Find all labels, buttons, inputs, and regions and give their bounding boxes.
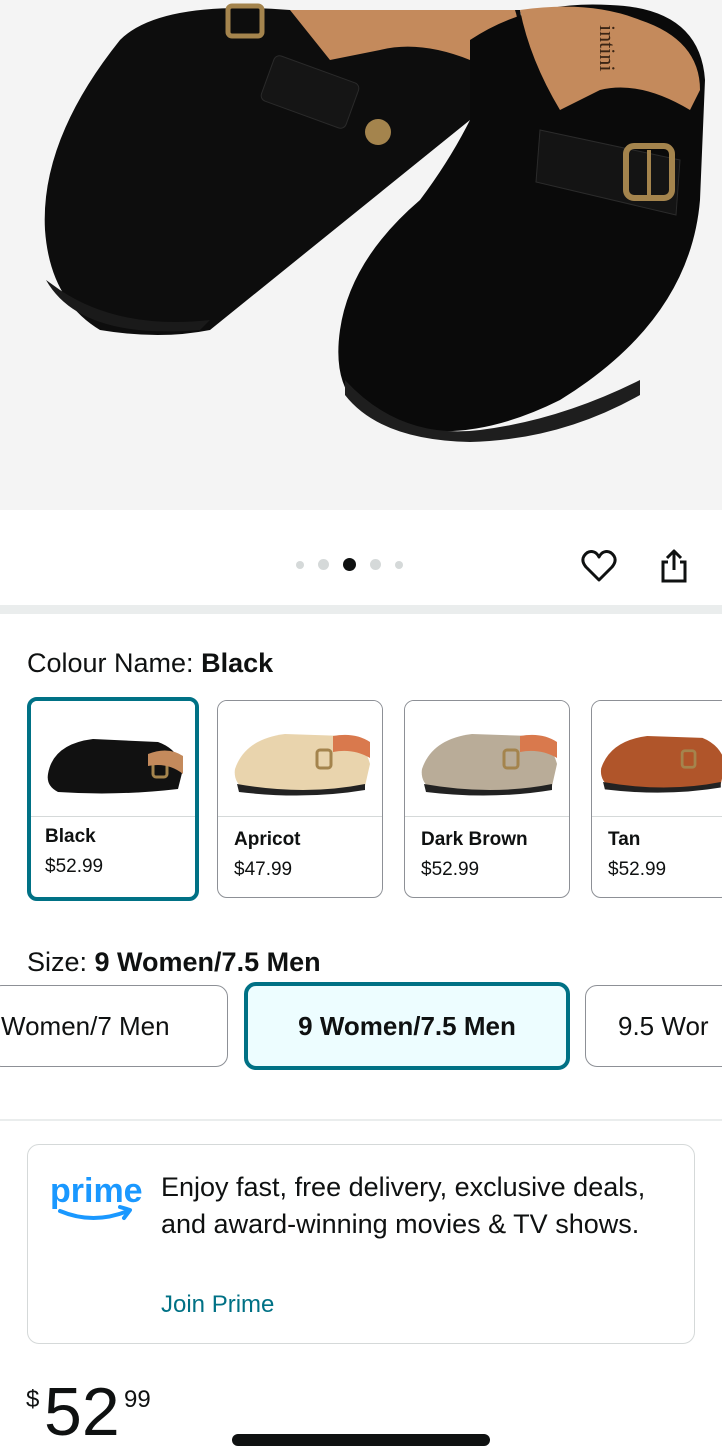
- carousel-dots[interactable]: [296, 558, 403, 571]
- size-option[interactable]: Women/7 Men: [0, 985, 228, 1067]
- carousel-dot-active[interactable]: [343, 558, 356, 571]
- colour-thumbnail: [405, 701, 569, 817]
- colour-thumbnail: [218, 701, 382, 817]
- prime-logo: prime: [48, 1167, 148, 1232]
- colour-option-dark-brown[interactable]: Dark Brown $52.99: [404, 700, 570, 898]
- size-selected-value: 9 Women/7.5 Men: [94, 947, 321, 977]
- heart-icon: [581, 550, 617, 582]
- size-option-label: Women/7 Men: [1, 1010, 170, 1041]
- wishlist-button[interactable]: [581, 548, 617, 584]
- colour-option-name: Apricot: [234, 829, 301, 850]
- prime-message: Enjoy fast, free delivery, exclusive dea…: [161, 1172, 646, 1239]
- colour-label-text: Colour Name:: [27, 648, 202, 678]
- carousel-dot[interactable]: [370, 559, 381, 570]
- clog-illustration: intini: [44, 3, 705, 442]
- carousel-dot[interactable]: [296, 560, 304, 569]
- size-option-label: 9 Women/7.5 Men: [298, 1010, 516, 1041]
- product-image[interactable]: intini: [0, 0, 722, 510]
- section-divider: [0, 1119, 722, 1121]
- prime-logo-text: prime: [50, 1172, 143, 1210]
- colour-option-name: Dark Brown: [421, 829, 528, 850]
- size-option-selected[interactable]: 9 Women/7.5 Men: [244, 982, 570, 1070]
- bottom-action-bar[interactable]: [232, 1434, 490, 1446]
- price-fraction: 99: [124, 1386, 151, 1413]
- join-prime-link[interactable]: Join Prime: [161, 1291, 274, 1319]
- size-option-label: 9.5 Wor: [618, 1010, 709, 1041]
- colour-thumbnail: [31, 701, 195, 817]
- prime-promo-card: prime Enjoy fast, free delivery, exclusi…: [27, 1144, 695, 1344]
- size-label: Size: 9 Women/7.5 Men: [27, 947, 321, 978]
- brand-mark: intini: [595, 25, 620, 71]
- colour-option-name: Black: [45, 826, 96, 847]
- colour-option-price: $52.99: [608, 859, 667, 880]
- colour-selected-value: Black: [201, 648, 274, 678]
- section-divider: [0, 605, 722, 614]
- price-whole: 52: [44, 1374, 120, 1450]
- colour-label: Colour Name: Black: [27, 648, 273, 679]
- colour-thumbnail: [592, 701, 722, 817]
- price-currency: $: [26, 1386, 40, 1413]
- colour-option-apricot[interactable]: Apricot $47.99: [217, 700, 383, 898]
- colour-option-price: $47.99: [234, 859, 293, 880]
- size-label-text: Size:: [27, 947, 95, 977]
- carousel-dot[interactable]: [318, 559, 329, 570]
- colour-option-black[interactable]: Black $52.99: [27, 697, 199, 901]
- colour-option-price: $52.99: [421, 859, 480, 880]
- colour-option-tan[interactable]: Tan $52.99: [591, 700, 722, 898]
- carousel-dot[interactable]: [395, 560, 403, 569]
- colour-option-price: $52.99: [45, 856, 104, 877]
- share-button[interactable]: [656, 548, 692, 584]
- share-icon: [661, 549, 687, 583]
- size-option[interactable]: 9.5 Wor: [585, 985, 722, 1067]
- colour-option-name: Tan: [608, 829, 641, 850]
